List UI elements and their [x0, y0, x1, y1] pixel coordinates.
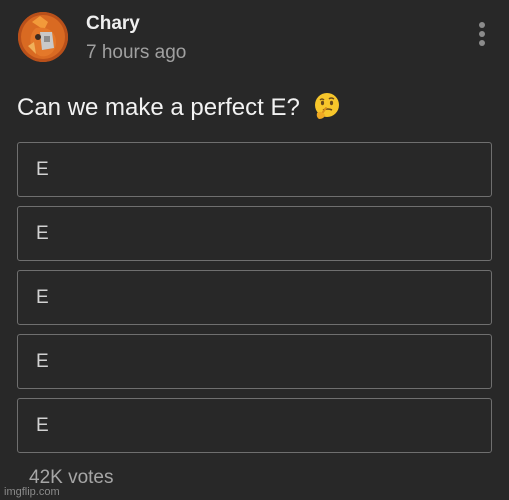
poll-option-label: E — [36, 222, 49, 244]
post-header: Chary 7 hours ago — [18, 12, 495, 68]
poll-option-label: E — [36, 414, 49, 436]
author-name[interactable]: Chary — [86, 12, 140, 36]
poll-option-label: E — [36, 350, 49, 372]
poll-question-text: Can we make a perfect E? — [17, 94, 300, 121]
poll-option-label: E — [36, 158, 49, 180]
poll-question: Can we make a perfect E? — [17, 91, 342, 125]
more-vertical-icon[interactable] — [475, 22, 489, 52]
poll-option-1[interactable]: E — [17, 142, 492, 197]
poll-post-card: Chary 7 hours ago Can we make a perfect … — [0, 0, 509, 500]
poll-option-3[interactable]: E — [17, 270, 492, 325]
poll-option-5[interactable]: E — [17, 398, 492, 453]
menu-dot — [479, 40, 485, 46]
poll-options: E E E E E — [17, 142, 492, 462]
menu-dot — [479, 31, 485, 37]
avatar[interactable] — [18, 12, 68, 62]
post-timestamp: 7 hours ago — [86, 42, 187, 63]
poll-option-4[interactable]: E — [17, 334, 492, 389]
poll-option-2[interactable]: E — [17, 206, 492, 261]
menu-dot — [479, 22, 485, 28]
poll-option-label: E — [36, 286, 49, 308]
avatar-image-icon — [18, 12, 68, 62]
watermark: imgflip.com — [4, 486, 60, 498]
thinking-face-icon — [315, 92, 340, 119]
